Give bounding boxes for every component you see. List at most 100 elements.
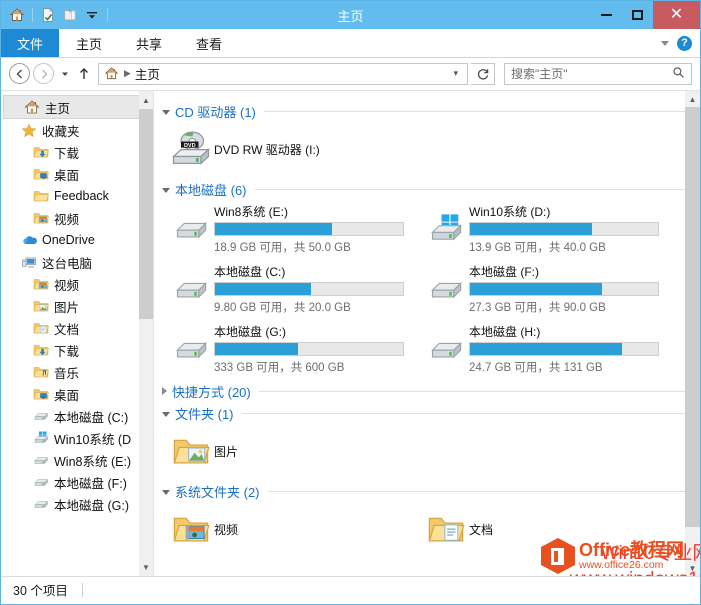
tab-view[interactable]: 查看 <box>179 29 239 57</box>
group-header-0[interactable]: CD 驱动器 (1) <box>162 101 685 121</box>
folder-item[interactable]: 文档 <box>417 501 672 557</box>
drive-icon <box>33 496 49 512</box>
folder-item[interactable]: 视频 <box>162 501 417 557</box>
content-scroll-thumb[interactable] <box>685 107 700 527</box>
group-header-1[interactable]: 本地磁盘 (6) <box>162 179 685 199</box>
help-icon[interactable]: ? <box>677 35 692 51</box>
new-folder-icon[interactable] <box>60 5 80 25</box>
minimize-button[interactable] <box>591 1 622 29</box>
item-label: DVD RW 驱动器 (I:) <box>214 142 320 157</box>
triangle-down-icon[interactable] <box>162 489 170 495</box>
drive-item[interactable]: 本地磁盘 (H:) 24.7 GB 可用，共 131 GB <box>417 319 672 379</box>
downloads-folder-icon <box>33 342 49 358</box>
content-scrollbar[interactable]: ▲ ▼ <box>685 91 700 576</box>
sidebar-scroll-up-icon[interactable]: ▲ <box>139 91 153 109</box>
drive-item[interactable]: 本地磁盘 (F:) 27.3 GB 可用，共 90.0 GB <box>417 259 672 319</box>
drive-item[interactable]: 本地磁盘 (G:) 333 GB 可用，共 600 GB <box>162 319 417 379</box>
triangle-down-icon[interactable] <box>162 109 170 115</box>
sidebar-list: 主页 收藏夹 下载 桌面 Feedback 视频 OneDrive 这台电脑 视频 图片 文档 下载音… <box>1 95 153 515</box>
navigation-pane: 主页 收藏夹 下载 桌面 Feedback 视频 OneDrive 这台电脑 视频 图片 文档 下载音… <box>1 91 153 576</box>
triangle-down-icon[interactable] <box>162 411 170 417</box>
sidebar-item-8[interactable]: 视频 <box>1 273 153 295</box>
back-button[interactable] <box>9 63 30 84</box>
forward-button[interactable] <box>33 63 54 84</box>
tab-home[interactable]: 主页 <box>59 29 119 57</box>
drive-item[interactable]: Win8系统 (E:) 18.9 GB 可用，共 50.0 GB <box>162 199 417 259</box>
search-placeholder: 搜索"主页" <box>511 67 568 81</box>
sidebar-scroll-thumb[interactable] <box>139 109 153 319</box>
triangle-right-icon[interactable] <box>162 387 167 395</box>
customize-dropdown-icon[interactable] <box>82 5 102 25</box>
sidebar-item-14[interactable]: 本地磁盘 (C:) <box>1 405 153 427</box>
downloads-folder-icon <box>33 144 49 160</box>
properties-icon[interactable] <box>38 5 58 25</box>
drive-item[interactable]: Win10系统 (D:) 13.9 GB 可用，共 40.0 GB <box>417 199 672 259</box>
sidebar-item-13[interactable]: 桌面 <box>1 383 153 405</box>
close-button[interactable]: ✕ <box>653 1 700 29</box>
address-path-box[interactable]: ▶ 主页 ▾ <box>98 62 468 85</box>
group-header-4[interactable]: 系统文件夹 (2) <box>162 481 685 501</box>
sidebar-scroll-down-icon[interactable]: ▼ <box>139 558 153 576</box>
ribbon-right-controls: ? <box>661 29 700 57</box>
group-label: 文件夹 (1) <box>175 406 234 422</box>
sidebar-item-label: 桌面 <box>54 388 80 403</box>
capacity-bar-fill <box>215 283 311 295</box>
sidebar-item-17[interactable]: 本地磁盘 (F:) <box>1 471 153 493</box>
item-grid: DVD DVD RW 驱动器 (I:) <box>162 121 685 177</box>
drive-name: 本地磁盘 (H:) <box>469 325 541 339</box>
sidebar-item-11[interactable]: 下载 <box>1 339 153 361</box>
home-icon[interactable] <box>7 5 27 25</box>
drive-icon <box>168 271 214 307</box>
tab-file[interactable]: 文件 <box>1 29 60 57</box>
maximize-button[interactable] <box>622 1 653 29</box>
refresh-button[interactable] <box>471 62 495 85</box>
group-header-2[interactable]: 快捷方式 (20) <box>162 381 685 401</box>
sidebar-item-label: 文档 <box>54 322 80 337</box>
toolbar-divider-2 <box>107 8 108 22</box>
address-dropdown-icon[interactable]: ▾ <box>447 68 464 79</box>
search-icon[interactable] <box>672 66 685 82</box>
sidebar-item-9[interactable]: 图片 <box>1 295 153 317</box>
sidebar-item-10[interactable]: 文档 <box>1 317 153 339</box>
search-input[interactable]: 搜索"主页" <box>504 62 692 85</box>
sidebar-item-0[interactable]: 主页 <box>3 95 151 119</box>
breadcrumb-current[interactable]: 主页 <box>135 64 160 83</box>
sidebar-item-3[interactable]: 桌面 <box>1 163 153 185</box>
group-header-3[interactable]: 文件夹 (1) <box>162 403 685 423</box>
documents-folder-icon <box>33 320 49 336</box>
item-grid: 图片 <box>162 423 685 479</box>
window-controls: ✕ <box>591 1 700 29</box>
sidebar-item-18[interactable]: 本地磁盘 (G:) <box>1 493 153 515</box>
drive-info: 本地磁盘 (G:) 333 GB 可用，共 600 GB <box>214 323 407 375</box>
drive-grid: Win8系统 (E:) 18.9 GB 可用，共 50.0 GB Win10系统 (… <box>162 199 685 379</box>
breadcrumb-separator: ▶ <box>124 68 131 78</box>
optical-drive-item[interactable]: DVD DVD RW 驱动器 (I:) <box>162 121 417 177</box>
item-grid: 视频 文档 <box>162 501 685 557</box>
group-rule <box>241 412 685 414</box>
sidebar-scrollbar[interactable]: ▲ ▼ <box>139 91 153 576</box>
folder-item[interactable]: 图片 <box>162 423 417 479</box>
sidebar-item-12[interactable]: 音乐 <box>1 361 153 383</box>
sidebar-item-6[interactable]: OneDrive <box>1 229 153 251</box>
chevron-down-icon[interactable] <box>661 40 669 46</box>
breadcrumb-home-icon[interactable] <box>104 66 119 81</box>
sidebar-item-15[interactable]: Win10系统 (D <box>1 427 153 449</box>
sidebar-item-16[interactable]: Win8系统 (E:) <box>1 449 153 471</box>
sidebar-item-2[interactable]: 下载 <box>1 141 153 163</box>
recent-locations-button[interactable] <box>57 63 73 84</box>
sidebar-item-5[interactable]: 视频 <box>1 207 153 229</box>
up-button[interactable] <box>76 63 92 84</box>
triangle-down-icon[interactable] <box>162 187 170 193</box>
sidebar-item-4[interactable]: Feedback <box>1 185 153 207</box>
content-scroll-down-icon[interactable]: ▼ <box>685 560 700 576</box>
drive-item[interactable]: 本地磁盘 (C:) 9.80 GB 可用，共 20.0 GB <box>162 259 417 319</box>
tab-share[interactable]: 共享 <box>119 29 179 57</box>
group-label: 快捷方式 (20) <box>172 384 251 400</box>
capacity-bar <box>214 282 404 296</box>
status-divider <box>81 582 83 597</box>
status-bar: 30 个项目 <box>1 576 700 602</box>
sidebar-item-7[interactable]: 这台电脑 <box>1 251 153 273</box>
sidebar-item-label: 桌面 <box>54 168 80 183</box>
sidebar-item-1[interactable]: 收藏夹 <box>1 119 153 141</box>
content-scroll-up-icon[interactable]: ▲ <box>685 91 700 107</box>
